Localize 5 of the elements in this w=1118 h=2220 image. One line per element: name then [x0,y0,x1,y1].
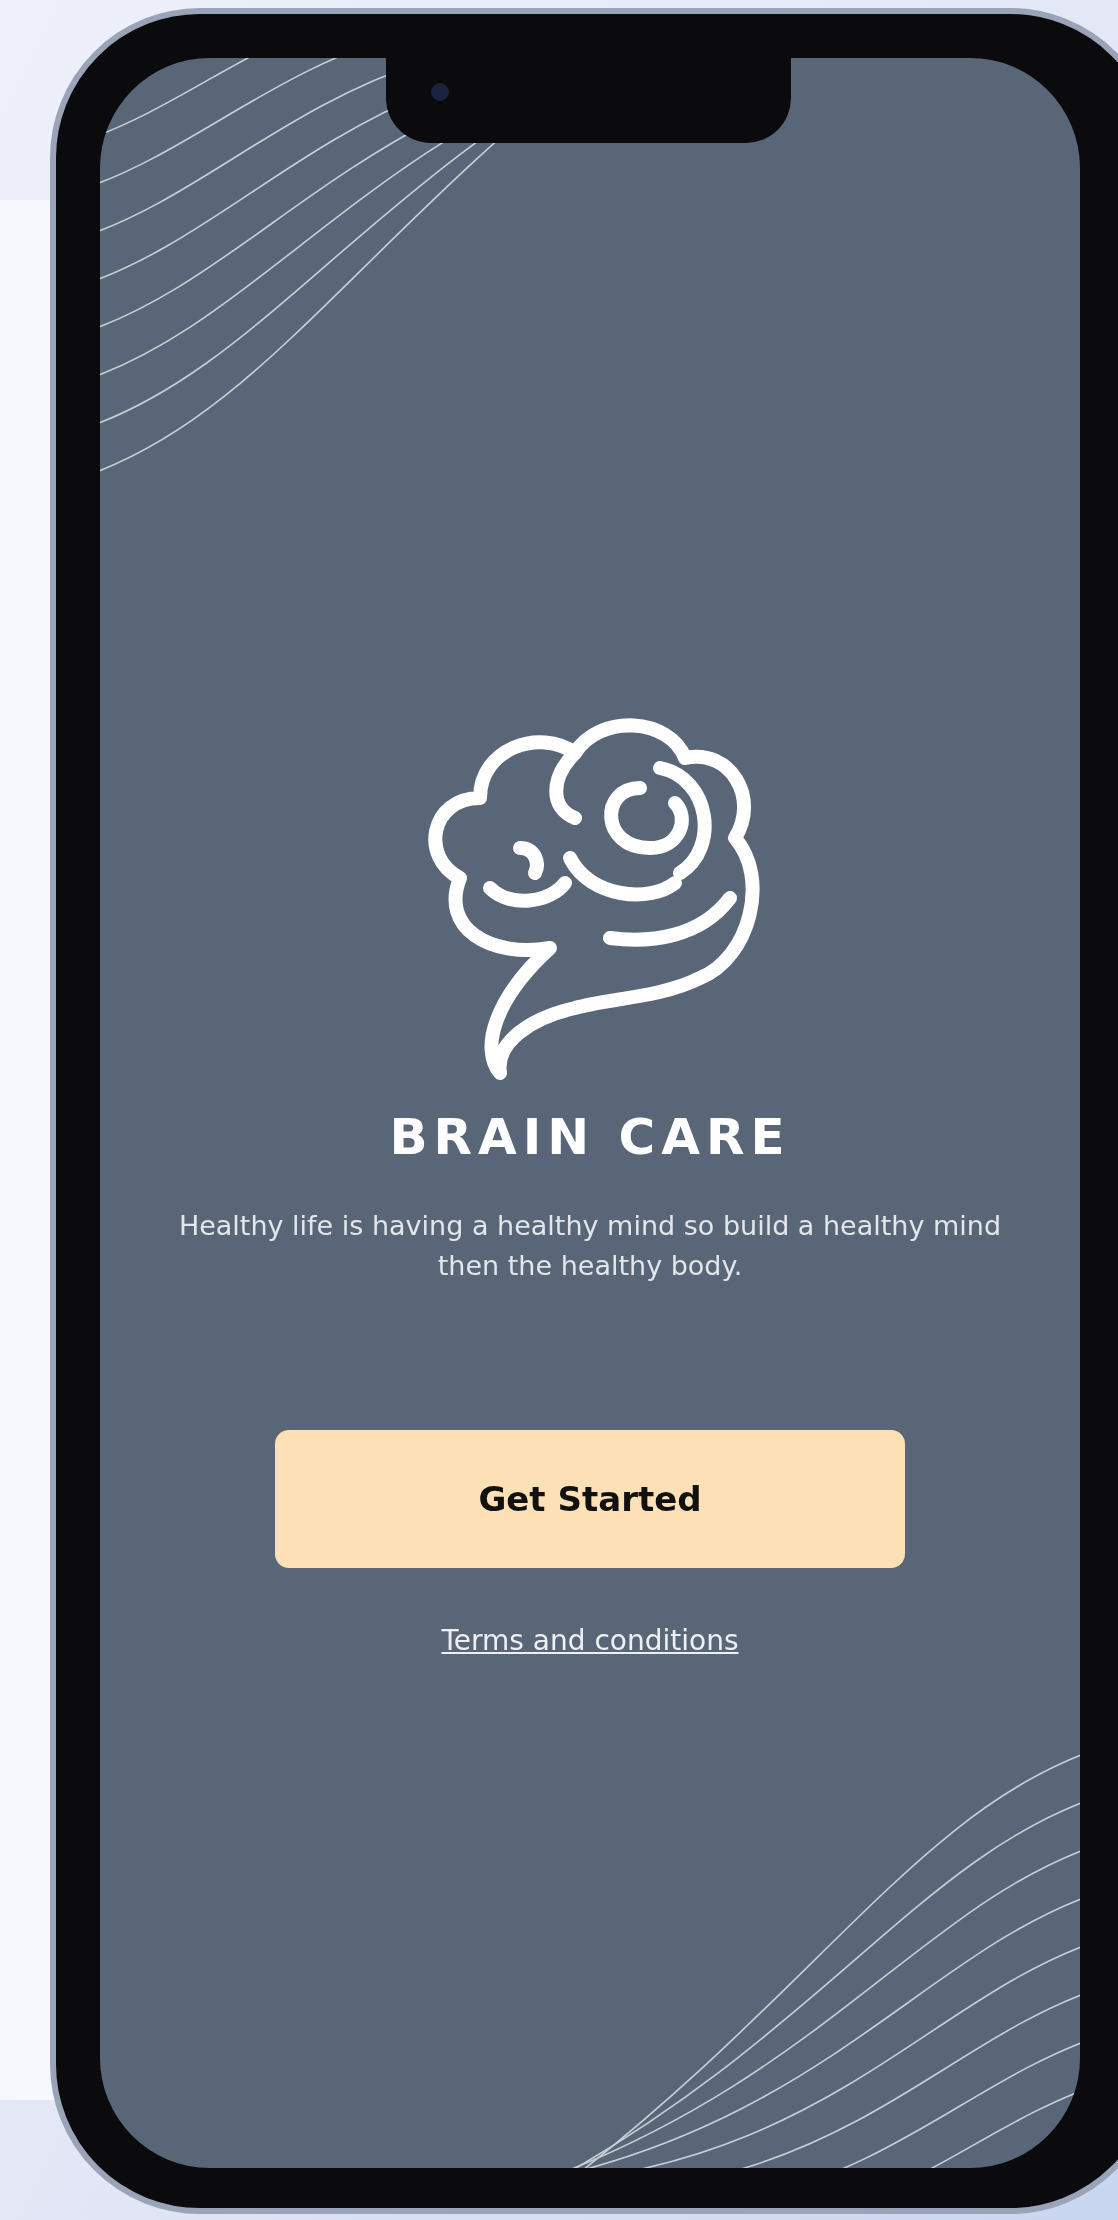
app-title: BRAIN CARE [389,1112,791,1162]
camera-icon [431,83,449,101]
get-started-button[interactable]: Get Started [275,1430,905,1568]
terms-link[interactable]: Terms and conditions [441,1620,739,1662]
tagline: Healthy life is having a healthy mind so build a healthy mind then the healthy body. [177,1209,1003,1283]
